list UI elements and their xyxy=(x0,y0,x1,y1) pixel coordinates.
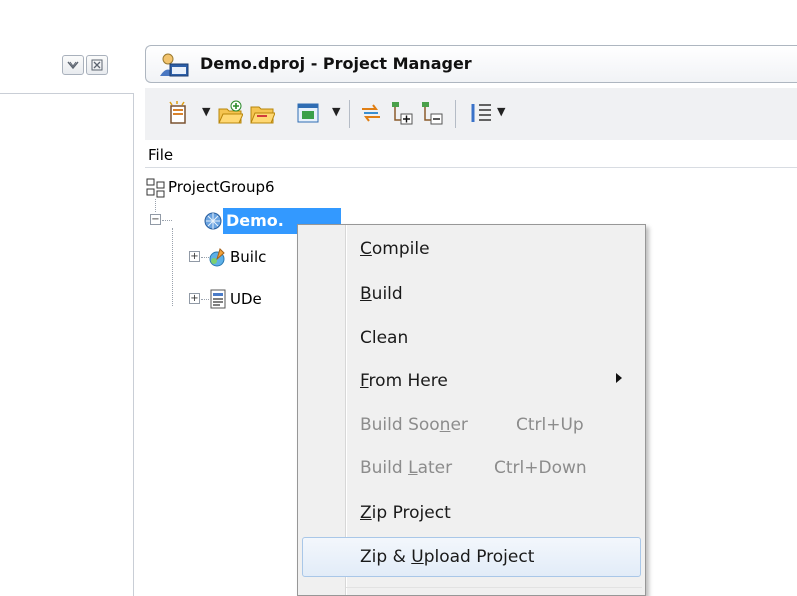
toolbar: ▼ ▼ ▼ xyxy=(145,88,797,140)
menu-item-from-here[interactable]: From Here xyxy=(360,371,448,401)
menu-separator xyxy=(346,587,642,588)
menu-item-label: Build Soo xyxy=(360,415,440,435)
menu-item-build-sooner[interactable]: Build Sooner xyxy=(360,415,468,445)
toolbar-separator xyxy=(455,100,456,128)
tree-item-unit[interactable]: UDe xyxy=(230,290,262,308)
menu-item-label: ompile xyxy=(371,239,430,259)
new-item-dropdown-icon[interactable]: ▼ xyxy=(202,105,210,118)
submenu-arrow-icon xyxy=(616,373,622,383)
context-menu: Compile Build Clean From Here Build Soon… xyxy=(297,224,646,596)
collapse-all-icon[interactable] xyxy=(419,100,445,126)
menu-item-compile[interactable]: Compile xyxy=(360,239,430,269)
menu-item-label: rom Here xyxy=(368,371,448,391)
tree-line xyxy=(162,220,172,221)
shortcut-build-later: Ctrl+Down xyxy=(494,458,587,478)
menu-item-label: Build xyxy=(360,458,409,478)
menu-item-build[interactable]: Build xyxy=(360,284,403,314)
project-icon xyxy=(204,212,222,230)
menu-accelerator: C xyxy=(360,239,372,259)
tree-item-build-configurations[interactable]: Builc xyxy=(230,248,266,266)
tree-item-project-label: Demo. xyxy=(226,211,284,230)
configurations-dropdown-icon[interactable]: ▼ xyxy=(332,105,340,118)
unit-file-icon xyxy=(210,289,226,309)
sync-icon[interactable] xyxy=(358,100,384,126)
menu-item-label: ip Project xyxy=(371,503,451,523)
window-title: Demo.dproj - Project Manager xyxy=(200,54,472,73)
tree-line xyxy=(201,299,209,300)
menu-accelerator: B xyxy=(360,284,372,304)
new-item-icon[interactable] xyxy=(165,100,191,126)
restore-icon xyxy=(67,61,79,70)
title-bar[interactable]: Demo.dproj - Project Manager xyxy=(145,45,797,83)
menu-item-label: er xyxy=(450,415,468,435)
sort-dropdown-icon[interactable]: ▼ xyxy=(497,105,505,118)
menu-accelerator: L xyxy=(408,458,418,478)
menu-item-label: Clean xyxy=(360,328,409,348)
panel-left-border xyxy=(133,93,134,596)
shortcut-build-sooner: Ctrl+Up xyxy=(516,415,584,435)
menu-item-zip-project[interactable]: Zip Project xyxy=(360,503,451,533)
menu-accelerator: U xyxy=(411,547,424,567)
menu-item-clean[interactable]: Clean xyxy=(360,328,408,358)
sort-options-icon[interactable] xyxy=(469,100,495,126)
add-existing-project-icon[interactable] xyxy=(249,100,275,126)
expand-toggle[interactable]: + xyxy=(189,251,200,262)
project-manager-icon xyxy=(160,53,189,77)
menu-item-label: pload Project xyxy=(423,547,535,567)
left-pane-divider xyxy=(0,93,134,94)
build-configurations-icon[interactable] xyxy=(295,100,321,126)
menu-item-build-later[interactable]: Build Later xyxy=(360,458,452,488)
menu-item-zip-upload-project[interactable]: Zip & Upload Project xyxy=(360,547,534,577)
project-group-icon xyxy=(146,178,165,198)
restore-button[interactable] xyxy=(62,55,84,75)
collapse-toggle[interactable]: − xyxy=(150,214,161,225)
build-config-icon xyxy=(209,248,225,267)
close-icon xyxy=(91,59,103,71)
close-panel-button[interactable] xyxy=(86,55,108,75)
menu-item-label: Zip & xyxy=(360,547,412,567)
menu-accelerator: n xyxy=(439,415,451,435)
column-header: File xyxy=(145,142,797,168)
toolbar-separator xyxy=(349,100,350,128)
column-file[interactable]: File xyxy=(148,146,173,164)
menu-item-label: ater xyxy=(417,458,453,478)
tree-line xyxy=(172,228,173,306)
tree-item-project-group[interactable]: ProjectGroup6 xyxy=(168,178,275,196)
menu-item-label: uild xyxy=(371,284,403,304)
menu-accelerator: F xyxy=(360,371,369,391)
expand-toggle[interactable]: + xyxy=(189,293,200,304)
tree-line xyxy=(155,199,156,212)
menu-accelerator: Z xyxy=(360,503,372,523)
add-new-project-icon[interactable] xyxy=(217,100,243,126)
expand-all-icon[interactable] xyxy=(389,100,415,126)
